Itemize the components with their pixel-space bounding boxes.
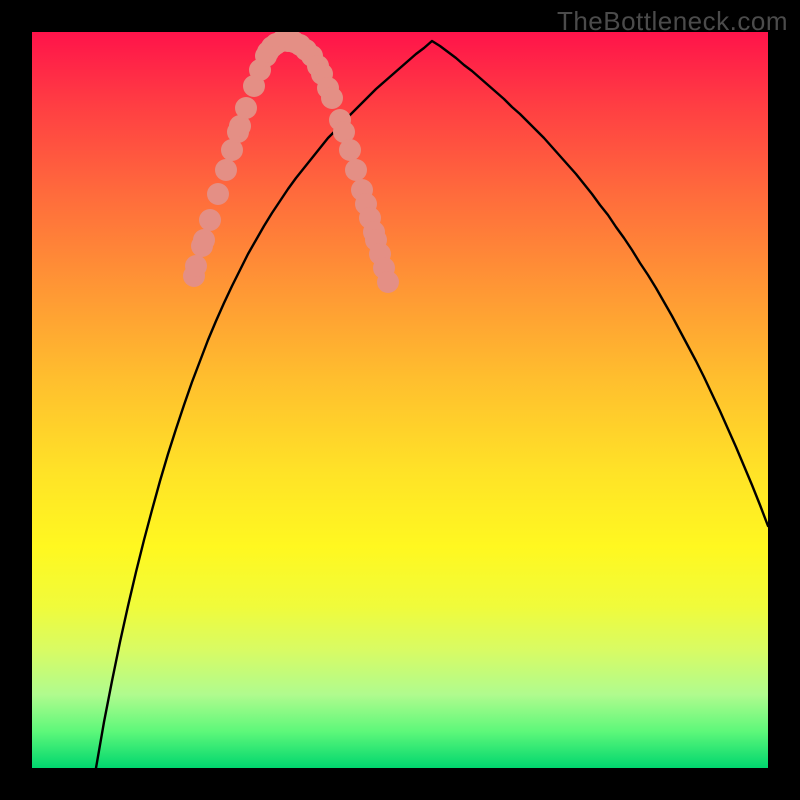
data-dot	[193, 229, 215, 251]
chart-svg	[32, 32, 768, 768]
data-dot	[199, 209, 221, 231]
chart-area	[32, 32, 768, 768]
data-dot	[377, 271, 399, 293]
data-dot	[339, 139, 361, 161]
data-dot	[207, 183, 229, 205]
data-dot	[345, 159, 367, 181]
bottleneck-curve	[96, 41, 768, 768]
data-dots	[183, 32, 399, 293]
data-dot	[321, 87, 343, 109]
data-dot	[185, 255, 207, 277]
data-dot	[215, 159, 237, 181]
data-dot	[235, 97, 257, 119]
